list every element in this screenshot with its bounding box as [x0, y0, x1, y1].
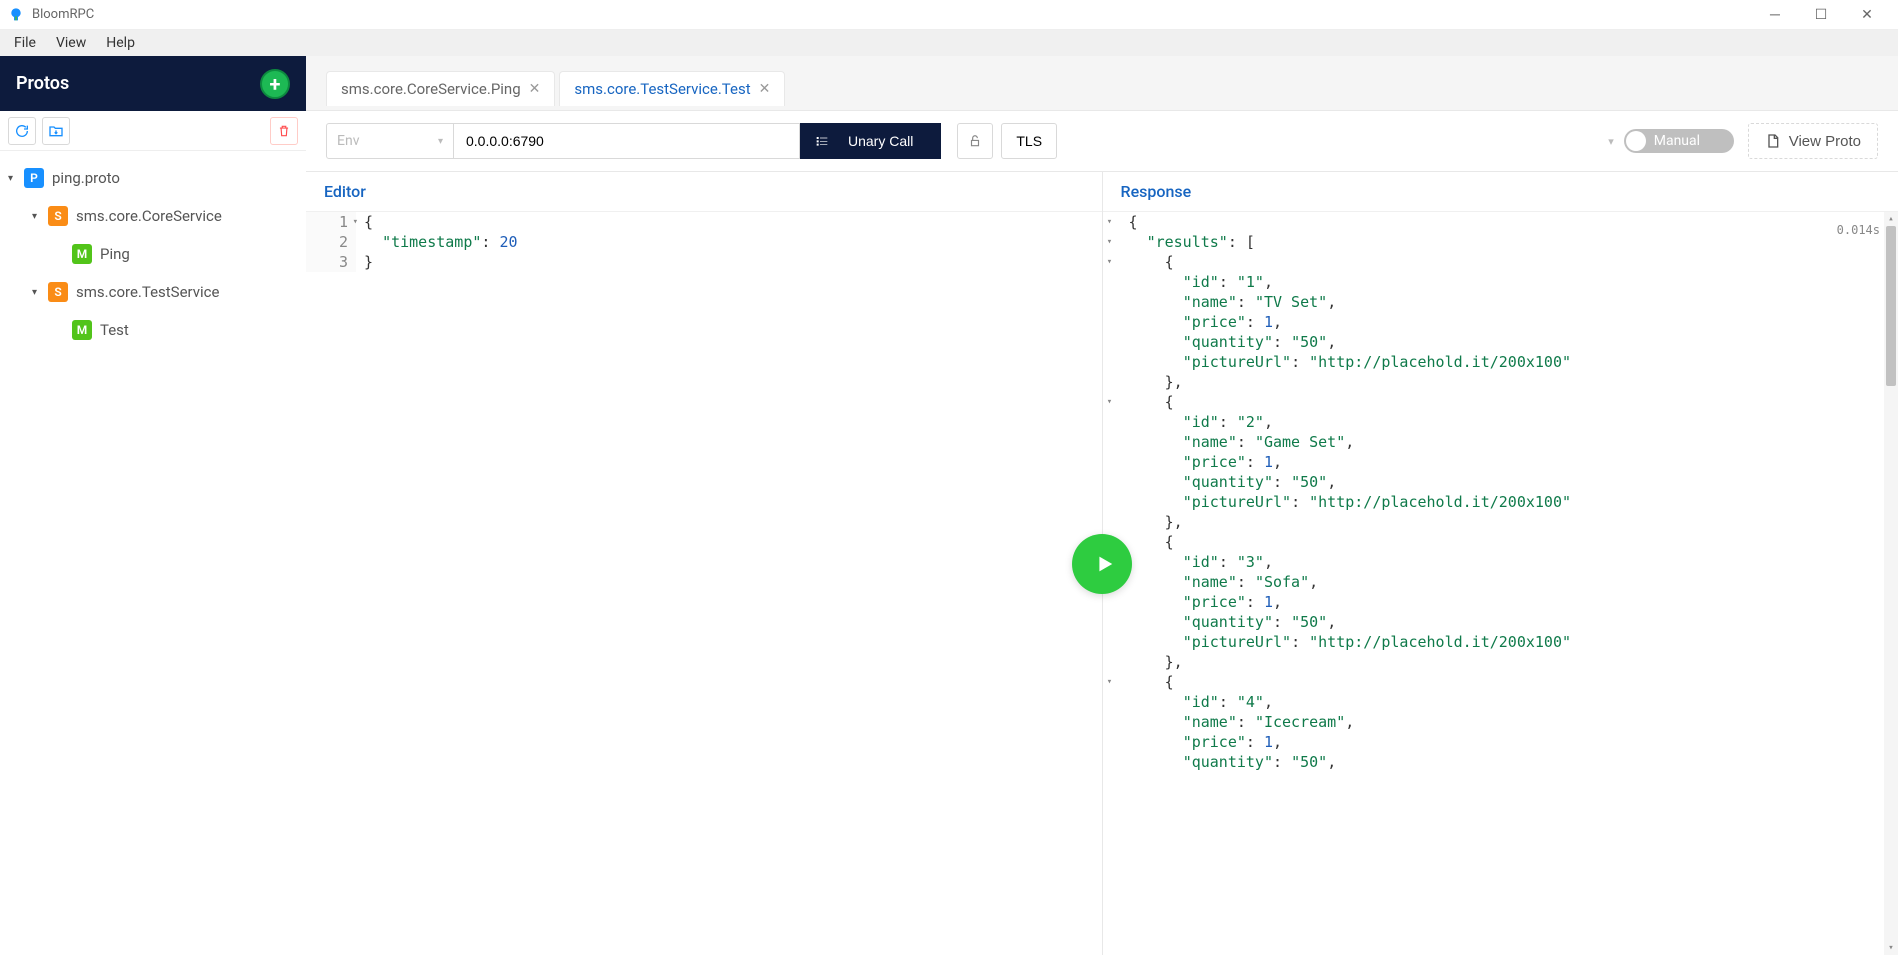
tab-sms-core-coreservice-ping[interactable]: sms.core.CoreService.Ping ✕: [326, 71, 555, 106]
tabs-bar: sms.core.CoreService.Ping✕sms.core.TestS…: [306, 56, 1898, 110]
badge-proto: P: [24, 168, 44, 188]
add-proto-button[interactable]: +: [260, 69, 290, 99]
tree-proto-ping-proto[interactable]: ▾Pping.proto: [0, 159, 306, 197]
list-icon: [814, 133, 830, 149]
tab-close-icon[interactable]: ✕: [759, 81, 771, 97]
tree-label: Ping: [100, 245, 130, 263]
editor-panel: Editor 123 { "timestamp": 20}: [306, 172, 1103, 955]
sidebar: Protos + ▾Pping.proto▾Ssms.core.CoreServ…: [0, 56, 306, 955]
import-paths-button[interactable]: [42, 117, 70, 145]
play-icon: [1093, 553, 1115, 575]
tab-label: sms.core.CoreService.Ping: [341, 80, 521, 98]
sidebar-title: Protos: [16, 73, 69, 94]
badge-service: S: [48, 282, 68, 302]
sidebar-toolbar: [0, 111, 306, 151]
view-proto-button[interactable]: View Proto: [1748, 123, 1878, 159]
unlock-icon: [968, 134, 982, 148]
window-titlebar: BloomRPC ─ ☐ ✕: [0, 0, 1898, 30]
app-icon: [8, 7, 24, 23]
chevron-down-icon[interactable]: ▾: [1608, 135, 1614, 148]
menu-view[interactable]: View: [46, 32, 96, 54]
window-title: BloomRPC: [32, 7, 1752, 22]
address-input[interactable]: [454, 123, 800, 159]
badge-service: S: [48, 206, 68, 226]
response-title: Response: [1103, 172, 1898, 212]
play-button[interactable]: [1072, 534, 1132, 594]
interactive-toggle[interactable]: Manual: [1624, 129, 1734, 153]
window-minimize-button[interactable]: ─: [1752, 0, 1798, 30]
tree-label: Test: [100, 321, 129, 339]
env-placeholder: Env: [337, 133, 359, 149]
address-bar: Env ▾ Unary Call TLS ▾ Manual View Proto: [306, 110, 1898, 172]
toggle-label: Manual: [1654, 133, 1700, 149]
response-scrollbar[interactable]: ▴ ▾: [1884, 212, 1898, 955]
response-timing: 0.014s: [1837, 220, 1880, 240]
trash-icon: [277, 124, 291, 138]
window-maximize-button[interactable]: ☐: [1798, 0, 1844, 30]
window-close-button[interactable]: ✕: [1844, 0, 1890, 30]
tab-label: sms.core.TestService.Test: [574, 80, 750, 98]
caret-icon: ▾: [32, 211, 48, 222]
lock-button[interactable]: [957, 123, 993, 159]
tab-sms-core-testservice-test[interactable]: sms.core.TestService.Test ✕: [559, 71, 785, 106]
chevron-down-icon: ▾: [438, 136, 443, 147]
response-code[interactable]: 0.014s ▾▾▾▾▾▾ { "results": [ { "id": "1"…: [1103, 212, 1898, 955]
delete-button[interactable]: [270, 117, 298, 145]
badge-method: M: [72, 244, 92, 264]
proto-tree: ▾Pping.proto▾Ssms.core.CoreServiceMPing▾…: [0, 151, 306, 955]
env-select[interactable]: Env ▾: [326, 123, 454, 159]
menu-file[interactable]: File: [4, 32, 46, 54]
file-icon: [1765, 133, 1781, 149]
tree-service-sms-core-coreservice[interactable]: ▾Ssms.core.CoreService: [0, 197, 306, 235]
menubar: FileViewHelp: [0, 30, 1898, 56]
badge-method: M: [72, 320, 92, 340]
tree-service-sms-core-testservice[interactable]: ▾Ssms.core.TestService: [0, 273, 306, 311]
menu-help[interactable]: Help: [96, 32, 145, 54]
view-proto-label: View Proto: [1789, 133, 1861, 150]
unary-call-button[interactable]: Unary Call: [800, 123, 941, 159]
editor-code[interactable]: 123 { "timestamp": 20}: [306, 212, 1102, 955]
unary-call-label: Unary Call: [848, 133, 913, 149]
tree-label: ping.proto: [52, 169, 120, 187]
tree-label: sms.core.CoreService: [76, 207, 222, 225]
tree-method-ping[interactable]: M Ping: [0, 235, 306, 273]
tls-button[interactable]: TLS: [1001, 123, 1057, 159]
toggle-knob: [1626, 131, 1646, 151]
editor-panels: Editor 123 { "timestamp": 20} Response 0…: [306, 172, 1898, 955]
response-panel: Response 0.014s ▾▾▾▾▾▾ { "results": [ { …: [1103, 172, 1898, 955]
tree-method-test[interactable]: M Test: [0, 311, 306, 349]
caret-icon: ▾: [8, 173, 24, 184]
refresh-button[interactable]: [8, 117, 36, 145]
folder-icon: [48, 123, 64, 139]
content-area: sms.core.CoreService.Ping✕sms.core.TestS…: [306, 56, 1898, 955]
sidebar-header: Protos +: [0, 56, 306, 111]
tab-close-icon[interactable]: ✕: [529, 81, 541, 97]
caret-icon: ▾: [32, 287, 48, 298]
editor-title: Editor: [306, 172, 1102, 212]
refresh-icon: [14, 123, 30, 139]
tree-label: sms.core.TestService: [76, 283, 219, 301]
